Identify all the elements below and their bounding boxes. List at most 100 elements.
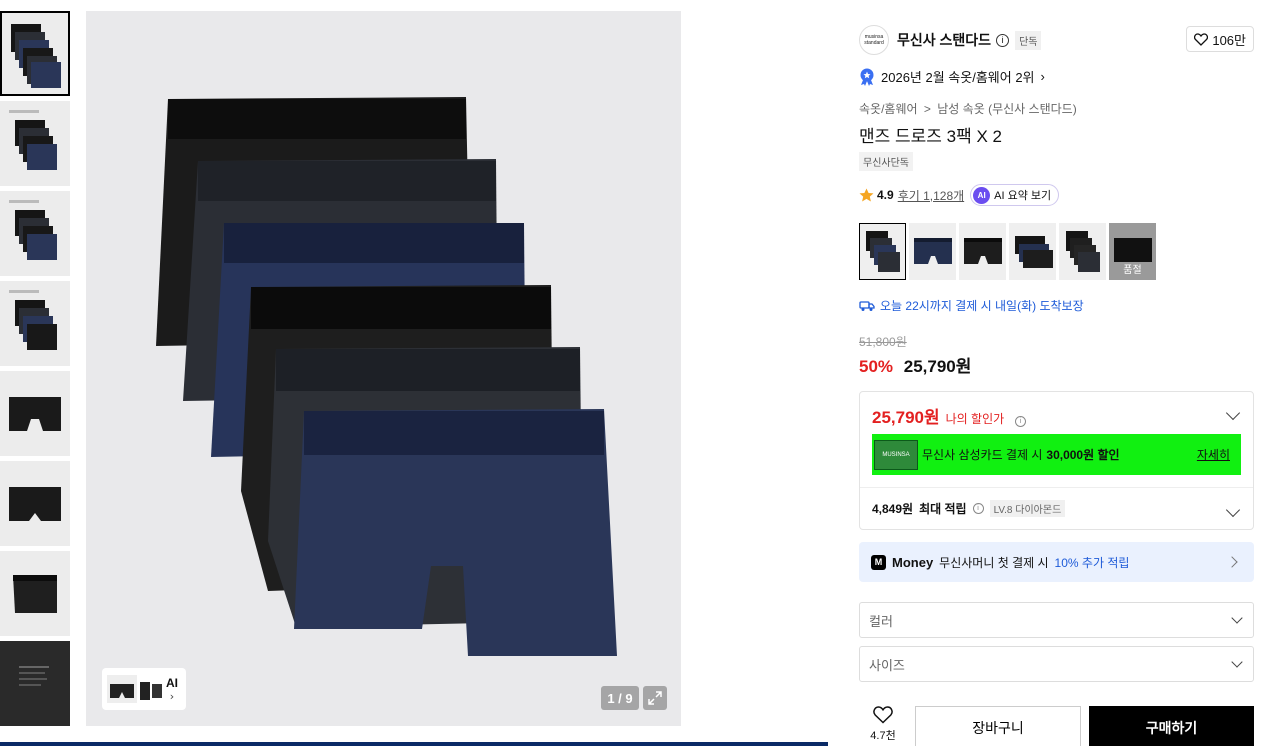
color-select[interactable]: 컬러 bbox=[859, 602, 1254, 638]
exclusive-brand-tag: 단독 bbox=[1015, 30, 1042, 50]
chevron-down-icon[interactable] bbox=[1225, 502, 1241, 518]
product-thumbnail-image bbox=[13, 574, 57, 613]
product-thumbnail-image bbox=[9, 110, 57, 170]
product-thumbnail-image bbox=[11, 24, 61, 88]
breadcrumb-category-1[interactable]: 속옷/홈웨어 bbox=[859, 102, 918, 116]
points-value: 4,849원 bbox=[872, 502, 914, 516]
purchase-actions: 4.7천 장바구니 구매하기 bbox=[859, 706, 1254, 746]
add-to-cart-button[interactable]: 장바구니 bbox=[915, 706, 1081, 746]
brand-row: musinsa standard 무신사 스탠다드 i 단독 106만 bbox=[859, 25, 1254, 55]
brand-like-count: 106만 bbox=[1212, 32, 1246, 48]
product-thumbnail-image bbox=[9, 486, 61, 521]
swatch-image bbox=[913, 237, 952, 264]
thumbnail-list bbox=[0, 11, 70, 731]
original-price: 51,800원 bbox=[859, 335, 907, 349]
soldout-label: 품절 bbox=[1123, 265, 1142, 276]
my-price-value: 25,790원 bbox=[872, 408, 940, 427]
swatch-2[interactable] bbox=[909, 223, 956, 280]
product-thumbnail-image bbox=[9, 290, 57, 350]
chevron-right-icon: › bbox=[169, 689, 175, 703]
swatch-image bbox=[865, 230, 900, 272]
breadcrumb-category-2[interactable]: 남성 속옷 (무신사 스탠다드) bbox=[937, 102, 1076, 116]
product-info-panel: musinsa standard 무신사 스탠다드 i 단독 106만 2026… bbox=[845, 11, 1272, 746]
swatch-1[interactable] bbox=[859, 223, 906, 280]
swatch-5[interactable] bbox=[1059, 223, 1106, 280]
brand-name[interactable]: 무신사 스탠다드 bbox=[897, 30, 991, 50]
thumbnail-7[interactable] bbox=[0, 551, 70, 636]
chevron-down-icon[interactable] bbox=[1225, 405, 1241, 421]
buy-now-button[interactable]: 구매하기 bbox=[1089, 706, 1254, 746]
ai-product-preview bbox=[107, 675, 162, 703]
chevron-down-icon bbox=[1231, 612, 1243, 624]
size-select-placeholder: 사이즈 bbox=[869, 657, 905, 673]
swatch-image bbox=[963, 237, 1002, 264]
sale-price: 25,790원 bbox=[903, 357, 972, 376]
delivery-guarantee[interactable]: 오늘 22시까지 결제 시 내일(화) 도착보장 bbox=[859, 297, 1084, 314]
swatch-4[interactable] bbox=[1009, 223, 1056, 280]
heart-icon bbox=[1194, 32, 1209, 46]
thumbnail-5[interactable] bbox=[0, 371, 70, 456]
card-image: MUSINSA bbox=[874, 439, 918, 470]
product-thumbnail-image bbox=[9, 396, 61, 431]
product-thumbnail-image bbox=[19, 666, 49, 686]
money-text: 무신사머니 첫 결제 시 bbox=[939, 555, 1049, 570]
thumbnail-1[interactable] bbox=[0, 11, 70, 96]
review-count-link[interactable]: 후기 1,128개 bbox=[898, 187, 964, 204]
swatch-image bbox=[1065, 230, 1100, 272]
main-product-image[interactable]: 1 / 9 bbox=[86, 11, 681, 726]
info-icon[interactable]: i bbox=[972, 503, 984, 514]
chevron-right-icon bbox=[1226, 556, 1238, 568]
discount-box: 25,790원 나의 할인가 i MUSINSA 무신사 삼성카드 결제 시 3… bbox=[859, 391, 1254, 530]
breadcrumb-separator: > bbox=[923, 102, 931, 116]
image-counter: 1 / 9 bbox=[601, 686, 639, 710]
points-row: 4,849원 최대 적립 i LV.8 다이아몬드 bbox=[872, 500, 1066, 517]
card-detail-link[interactable]: 자세히 bbox=[1197, 446, 1230, 463]
thumbnail-4[interactable] bbox=[0, 281, 70, 366]
ai-badge-icon: AI bbox=[973, 186, 991, 204]
thumbnail-6[interactable] bbox=[0, 461, 70, 546]
wishlist-button[interactable]: 4.7천 bbox=[859, 706, 907, 743]
thumbnail-3[interactable] bbox=[0, 191, 70, 276]
thumbnail-2[interactable] bbox=[0, 101, 70, 186]
breadcrumb: 속옷/홈웨어 > 남성 속옷 (무신사 스탠다드) bbox=[859, 100, 1077, 117]
product-thumbnail-image bbox=[9, 200, 57, 260]
divider bbox=[860, 487, 1253, 488]
ranking-link[interactable]: 2026년 2월 속옷/홈웨어 2위 › bbox=[859, 67, 1045, 86]
card-discount-banner[interactable]: MUSINSA 무신사 삼성카드 결제 시 30,000원 할인 자세히 bbox=[872, 434, 1241, 475]
card-text: 무신사 삼성카드 결제 시 bbox=[922, 448, 1043, 462]
discount-percent: 50% bbox=[859, 357, 894, 376]
swatch-image bbox=[1014, 235, 1053, 268]
product-title: 맨즈 드로즈 3팩 X 2 bbox=[859, 127, 1002, 146]
swatch-3[interactable] bbox=[959, 223, 1006, 280]
bottom-banner-strip bbox=[0, 742, 828, 746]
ranking-text: 2026년 2월 속옷/홈웨어 2위 bbox=[881, 70, 1035, 85]
rating-score: 4.9 bbox=[877, 188, 894, 202]
expand-icon bbox=[648, 691, 662, 705]
sale-price-row: 50% 25,790원 bbox=[859, 352, 971, 377]
expand-button[interactable] bbox=[643, 686, 667, 710]
swatch-6[interactable]: 품절 bbox=[1109, 223, 1156, 280]
chevron-down-icon bbox=[1231, 656, 1243, 668]
ai-summary-label: AI 요약 보기 bbox=[994, 190, 1052, 202]
ranking-medal-icon bbox=[860, 68, 874, 86]
musinsa-money-banner[interactable]: M Money 무신사머니 첫 결제 시 10% 추가 적립 bbox=[859, 542, 1254, 582]
size-select[interactable]: 사이즈 bbox=[859, 646, 1254, 682]
musinsa-exclusive-tag: 무신사단독 bbox=[859, 152, 913, 171]
ai-summary-button[interactable]: AI AI 요약 보기 bbox=[970, 184, 1060, 206]
my-price-label: 나의 할인가 bbox=[945, 412, 1005, 426]
rating-row: 4.9 후기 1,128개 AI AI 요약 보기 bbox=[859, 184, 1060, 206]
ai-label: AI bbox=[166, 675, 178, 690]
delivery-truck-icon bbox=[859, 300, 875, 311]
info-icon[interactable]: i bbox=[1015, 416, 1027, 427]
brand-logo[interactable]: musinsa standard bbox=[859, 25, 889, 55]
money-highlight: 10% 추가 적립 bbox=[1054, 555, 1130, 570]
brand-like-button[interactable]: 106만 bbox=[1186, 26, 1254, 52]
info-icon[interactable]: i bbox=[996, 33, 1010, 47]
thumbnail-8[interactable] bbox=[0, 641, 70, 726]
heart-icon bbox=[873, 706, 893, 724]
product-image-drawing bbox=[156, 97, 617, 656]
delivery-text: 오늘 22시까지 결제 시 내일(화) 도착보장 bbox=[880, 299, 1084, 313]
wishlist-count: 4.7천 bbox=[870, 730, 896, 742]
money-brand: Money bbox=[892, 554, 934, 570]
ai-similar-products-card[interactable]: AI › bbox=[102, 668, 186, 710]
